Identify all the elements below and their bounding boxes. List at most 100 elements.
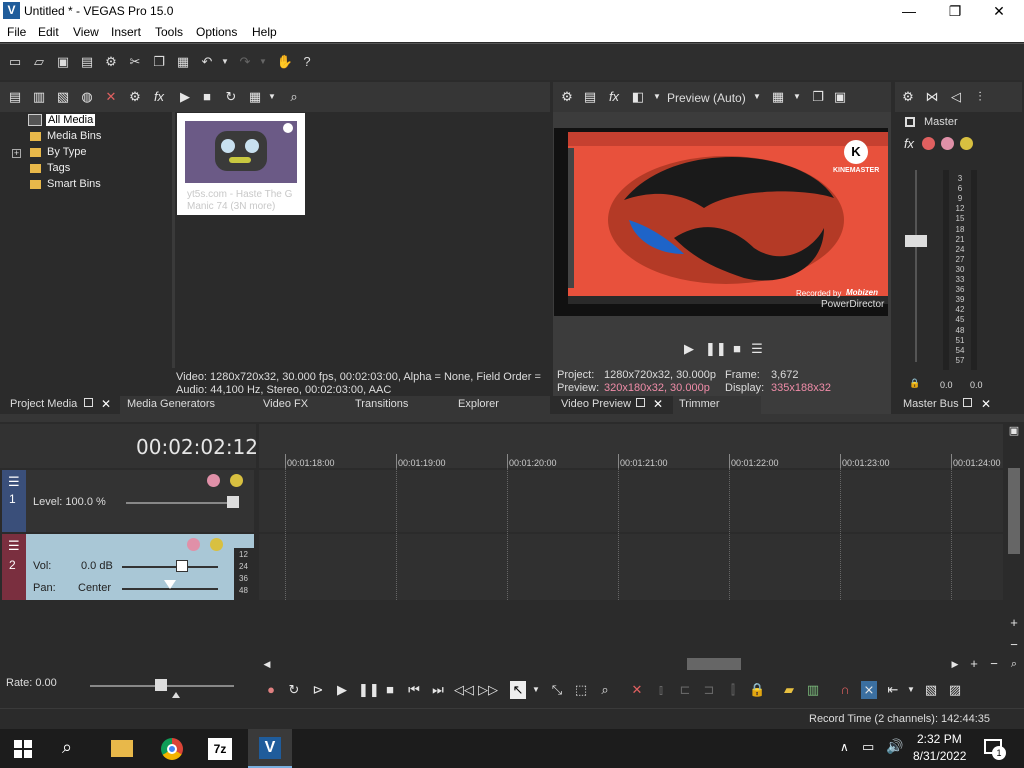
stop-media-icon[interactable]: ■: [198, 88, 216, 106]
split-dropdown-icon[interactable]: ▼: [651, 88, 663, 106]
timeline-horizontal-scrollbar[interactable]: ◀ ▶ + − ⌕: [259, 656, 1024, 672]
undo-icon[interactable]: ↶: [198, 53, 216, 71]
preview-device-icon[interactable]: ▤: [581, 88, 599, 106]
copy-snapshot-icon[interactable]: ❐: [809, 88, 827, 106]
play-media-icon[interactable]: ▶: [176, 88, 194, 106]
dim-output-icon[interactable]: ◁: [947, 88, 965, 106]
undo-dropdown-icon[interactable]: ▼: [216, 53, 234, 71]
split-icon[interactable]: ⫿: [725, 681, 741, 699]
overlays-grid-icon[interactable]: ▦: [769, 88, 787, 106]
lock-icon[interactable]: 🔒: [749, 681, 765, 699]
views-dropdown-icon[interactable]: ▼: [266, 88, 278, 106]
go-to-start-icon[interactable]: ⏮: [406, 681, 422, 699]
video-output-fx-icon[interactable]: fx: [605, 88, 623, 106]
normal-edit-tool-icon[interactable]: ↖: [510, 681, 526, 699]
horizontal-scroll-thumb[interactable]: [687, 658, 741, 670]
tab-trimmer[interactable]: Trimmer: [679, 398, 720, 410]
audio-vol-slider-handle[interactable]: [176, 560, 188, 572]
master-fx-icon[interactable]: fx: [901, 135, 917, 153]
next-frame-icon[interactable]: ▷▷: [478, 681, 498, 699]
fader-lock-icon[interactable]: 🔒: [908, 374, 922, 392]
taskbar-clock-time[interactable]: 2:32 PM: [917, 732, 962, 746]
timeline-tracks-area[interactable]: 00:01:18:00 00:01:19:00 00:01:20:00 00:01:2…: [259, 422, 1003, 656]
region-icon[interactable]: ▥: [805, 681, 821, 699]
tab-master-bus[interactable]: Master Bus: [903, 398, 959, 410]
copy-icon[interactable]: ❐: [150, 53, 168, 71]
taskbar-clock-date[interactable]: 8/31/2022: [913, 749, 966, 763]
paste-icon[interactable]: ▦: [174, 53, 192, 71]
file-explorer-icon[interactable]: [111, 740, 133, 757]
snapping-magnet-icon[interactable]: ∩: [837, 681, 853, 699]
minimize-button[interactable]: —: [886, 0, 932, 22]
selection-tool-icon[interactable]: ⬚: [573, 681, 589, 699]
zoom-edit-tool-icon[interactable]: ⌕: [597, 681, 613, 699]
zoom-in-horizontal-icon[interactable]: +: [967, 655, 981, 673]
master-automation-icon[interactable]: [922, 137, 935, 150]
preview-play-icon[interactable]: ▶: [681, 340, 697, 358]
audio-track-menu-icon[interactable]: ☰: [8, 538, 20, 554]
zoom-out-vertical-icon[interactable]: −: [1007, 636, 1021, 654]
timeline-splitter[interactable]: [0, 414, 1024, 422]
media-properties-icon[interactable]: ⚙: [126, 88, 144, 106]
timeline-vertical-scrollbar[interactable]: ▣ + −: [1005, 422, 1024, 656]
views-icon[interactable]: ▦: [246, 88, 264, 106]
trim-end-icon[interactable]: ⊐: [701, 681, 717, 699]
trim-icon[interactable]: ⫾: [653, 681, 669, 699]
tree-splitter[interactable]: [172, 112, 175, 368]
maximize-button[interactable]: ❐: [932, 0, 978, 22]
expand-by-type-icon[interactable]: +: [12, 149, 21, 158]
close-video-preview-icon[interactable]: ✕: [653, 397, 663, 411]
video-track-mute-icon[interactable]: [207, 474, 220, 487]
7zip-icon[interactable]: 7z: [208, 738, 232, 760]
master-properties-icon[interactable]: ⚙: [899, 88, 917, 106]
undock-master-icon[interactable]: [963, 398, 972, 407]
edit-tool-icon[interactable]: ✋: [276, 53, 294, 71]
menu-file[interactable]: File: [7, 25, 26, 39]
menu-help[interactable]: Help: [252, 25, 277, 39]
master-checkbox[interactable]: [905, 117, 915, 127]
go-to-end-icon[interactable]: ⏭: [430, 681, 446, 699]
stop-icon[interactable]: ■: [382, 681, 398, 699]
import-media-icon[interactable]: ▥: [30, 88, 48, 106]
zoom-tool-icon[interactable]: ⌕: [1007, 655, 1021, 673]
tree-item-tags[interactable]: Tags: [47, 162, 70, 174]
menu-view[interactable]: View: [73, 25, 99, 39]
whats-this-help-icon[interactable]: ?: [298, 53, 316, 71]
search-media-icon[interactable]: ⌕: [285, 88, 303, 106]
close-project-media-icon[interactable]: ✕: [101, 397, 111, 411]
edit-tool-dropdown-icon[interactable]: ▼: [530, 681, 542, 699]
audio-track-header[interactable]: ☰ 2 Vol: 0.0 dB Pan: Center 12 24 36 48: [2, 534, 254, 600]
redo-icon[interactable]: ↷: [236, 53, 254, 71]
scroll-right-icon[interactable]: ▶: [949, 655, 961, 673]
audio-track-mute-icon[interactable]: [187, 538, 200, 551]
delete-icon[interactable]: ✕: [629, 681, 645, 699]
undock-icon[interactable]: [84, 398, 93, 407]
preview-quality-select[interactable]: Preview (Auto): [667, 91, 746, 105]
master-mute-icon[interactable]: [941, 137, 954, 150]
auto-ripple-dropdown-icon[interactable]: ▼: [905, 681, 917, 699]
vertical-scroll-thumb[interactable]: [1008, 468, 1020, 554]
auto-preview-icon[interactable]: ↻: [222, 88, 240, 106]
close-button[interactable]: ✕: [976, 0, 1022, 22]
cut-icon[interactable]: ✂: [126, 53, 144, 71]
undock-preview-icon[interactable]: [636, 398, 645, 407]
search-icon[interactable]: ⌕: [62, 737, 72, 758]
marker-icon[interactable]: ▰: [781, 681, 797, 699]
master-fader-handle[interactable]: [905, 235, 927, 247]
video-level-slider-handle[interactable]: [227, 496, 239, 508]
tree-item-by-type[interactable]: By Type: [47, 146, 87, 158]
mixer-icon[interactable]: ⫶: [971, 88, 989, 106]
play-from-start-icon[interactable]: ⊳: [310, 681, 326, 699]
lock-envelopes-icon[interactable]: ▧: [923, 681, 939, 699]
tab-media-generators[interactable]: Media Generators: [127, 398, 215, 410]
envelope-tool-icon[interactable]: ⤡: [549, 681, 565, 699]
tab-explorer[interactable]: Explorer: [458, 398, 499, 410]
timeline-options-icon[interactable]: ▣: [1007, 422, 1021, 440]
menu-options[interactable]: Options: [196, 25, 237, 39]
tree-item-all-media[interactable]: All Media: [46, 114, 96, 126]
preview-stop-icon[interactable]: ■: [729, 340, 745, 358]
video-track-header[interactable]: ☰ 1 Level: 100.0 %: [2, 470, 254, 532]
close-master-bus-icon[interactable]: ✕: [981, 397, 991, 411]
preview-quality-dropdown-icon[interactable]: ▼: [751, 88, 763, 106]
view-icon[interactable]: ▤: [6, 88, 24, 106]
